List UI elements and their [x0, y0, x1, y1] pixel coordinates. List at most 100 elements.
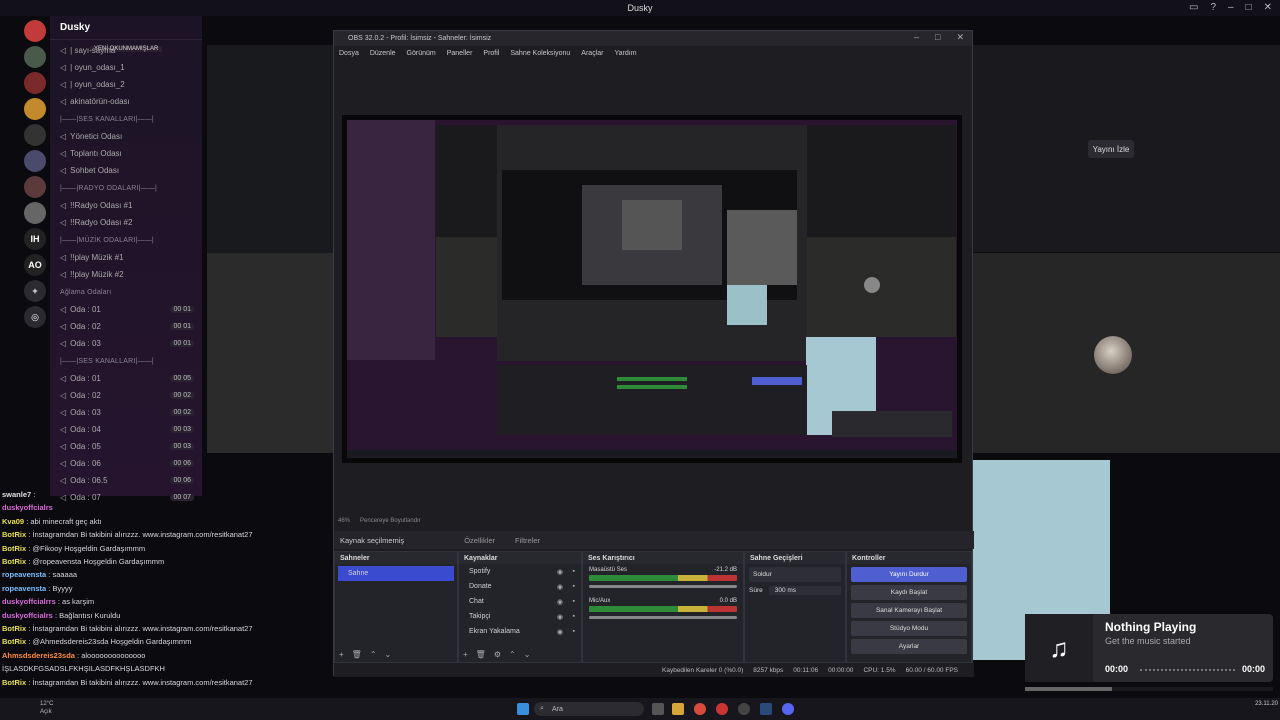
- maximize-icon[interactable]: □: [935, 32, 940, 43]
- channel-item[interactable]: ◁ Oda : 05 00 03: [50, 438, 202, 455]
- steam-icon[interactable]: [760, 703, 772, 715]
- menu-item[interactable]: Paneller: [447, 50, 473, 57]
- minimize-icon[interactable]: –: [1228, 2, 1234, 13]
- taskview-icon[interactable]: [652, 703, 664, 715]
- control-button[interactable]: Sanal Kamerayı Başlat: [851, 603, 967, 618]
- add-server-icon[interactable]: +: [24, 280, 46, 302]
- start-icon[interactable]: [517, 703, 529, 715]
- source-item[interactable]: Donate ◉ ▪: [459, 579, 581, 594]
- chevron-up-icon[interactable]: ⌃: [370, 650, 377, 659]
- lock-icon[interactable]: ▪: [573, 598, 575, 605]
- obs-icon[interactable]: [738, 703, 750, 715]
- filters-button[interactable]: Filtreler: [515, 536, 540, 545]
- channel-item[interactable]: ◁ Yönetici Odası: [50, 128, 202, 145]
- scene-item[interactable]: Sahne: [338, 566, 454, 581]
- chevron-down-icon[interactable]: ⌄: [524, 650, 531, 659]
- obs-preview[interactable]: [342, 115, 962, 463]
- add-icon[interactable]: +: [463, 650, 468, 659]
- channel-category[interactable]: Ağlama Odaları: [50, 283, 202, 301]
- source-item[interactable]: Takipçi ◉ ▪: [459, 609, 581, 624]
- watch-stream-button[interactable]: Yayını İzle: [1088, 140, 1134, 158]
- channel-item[interactable]: ◁ Oda : 04 00 03: [50, 421, 202, 438]
- channel-item[interactable]: ◁ Oda : 06.5 00 06: [50, 472, 202, 489]
- channel-category[interactable]: |——|MÜZİK ODALARI|——|: [50, 231, 202, 249]
- lock-icon[interactable]: ▪: [573, 568, 575, 575]
- eye-icon[interactable]: ◉: [557, 628, 563, 636]
- menu-item[interactable]: Sahne Koleksiyonu: [510, 50, 570, 57]
- lock-icon[interactable]: ▪: [573, 613, 575, 620]
- chevron-down-icon[interactable]: ⌄: [385, 650, 392, 659]
- menu-item[interactable]: Araçlar: [581, 50, 603, 57]
- minimize-icon[interactable]: –: [914, 32, 919, 43]
- menu-item[interactable]: Profil: [483, 50, 499, 57]
- channel-item[interactable]: ◁ | oyun_odası_1: [50, 59, 202, 76]
- zoom-mode[interactable]: Pencereye Boyutlandır: [360, 518, 421, 528]
- volume-slider[interactable]: [589, 585, 737, 588]
- lock-icon[interactable]: ▪: [573, 583, 575, 590]
- zoom-level[interactable]: 46%: [338, 518, 350, 528]
- eye-icon[interactable]: ◉: [557, 613, 563, 621]
- server-icon[interactable]: [24, 150, 46, 172]
- server-icon[interactable]: [24, 98, 46, 120]
- channel-item[interactable]: ◁ Oda : 02 00 01: [50, 318, 202, 335]
- opera-icon[interactable]: [716, 703, 728, 715]
- channel-item[interactable]: ◁ !!play Müzik #2: [50, 266, 202, 283]
- server-icon[interactable]: AO: [24, 254, 46, 276]
- menu-item[interactable]: Görünüm: [407, 50, 436, 57]
- channel-category[interactable]: |——|RADYO ODALARI|——|: [50, 179, 202, 197]
- eye-icon[interactable]: ◉: [557, 583, 563, 591]
- source-item[interactable]: Chat ◉ ▪: [459, 594, 581, 609]
- channel-item[interactable]: ◁ | sayı-sayma: [50, 42, 202, 59]
- server-icon[interactable]: [24, 124, 46, 146]
- channel-item[interactable]: ◁ !!play Müzik #1: [50, 249, 202, 266]
- inbox-icon[interactable]: ▭: [1189, 2, 1198, 13]
- clock[interactable]: 23.11.20: [1255, 700, 1278, 708]
- close-icon[interactable]: ✕: [956, 32, 964, 43]
- server-header[interactable]: Dusky: [50, 16, 202, 40]
- transition-select[interactable]: Soldur: [749, 567, 841, 582]
- control-button[interactable]: Stüdyo Modu: [851, 621, 967, 636]
- channel-item[interactable]: ◁ !!Radyo Odası #1: [50, 197, 202, 214]
- volume-slider[interactable]: [589, 616, 737, 619]
- channel-item[interactable]: ◁ akinatörün-odası: [50, 93, 202, 110]
- control-button[interactable]: Kaydı Başlat: [851, 585, 967, 600]
- discover-icon[interactable]: ◎: [24, 306, 46, 328]
- source-item[interactable]: Spotify ◉ ▪: [459, 564, 581, 579]
- control-button[interactable]: Yayını Durdur: [851, 567, 967, 582]
- control-button[interactable]: Ayarlar: [851, 639, 967, 654]
- channel-item[interactable]: ◁ Toplantı Odası: [50, 145, 202, 162]
- menu-item[interactable]: Yardım: [614, 50, 636, 57]
- server-icon[interactable]: [24, 176, 46, 198]
- trash-icon[interactable]: 🗑: [476, 650, 486, 659]
- gear-icon[interactable]: ⚙: [494, 650, 501, 659]
- menu-item[interactable]: Düzenle: [370, 50, 396, 57]
- channel-item[interactable]: ◁ Sohbet Odası: [50, 162, 202, 179]
- eye-icon[interactable]: ◉: [557, 568, 563, 576]
- browser-icon[interactable]: [694, 703, 706, 715]
- taskbar-search[interactable]: ⌕ Ara: [534, 702, 644, 716]
- help-icon[interactable]: ?: [1210, 2, 1216, 13]
- maximize-icon[interactable]: □: [1246, 2, 1252, 13]
- close-icon[interactable]: ✕: [1264, 2, 1272, 13]
- channel-item[interactable]: ◁ | oyun_odası_2: [50, 76, 202, 93]
- weather-widget[interactable]: 12°C Açık: [40, 700, 53, 716]
- channel-item[interactable]: ◁ Oda : 03 00 01: [50, 335, 202, 352]
- channel-category[interactable]: |——|SES KANALLARI|——|: [50, 352, 202, 370]
- channel-item[interactable]: ◁ Oda : 06 00 06: [50, 455, 202, 472]
- duration-input[interactable]: 300 ms: [768, 586, 841, 595]
- server-icon[interactable]: [24, 72, 46, 94]
- server-icon[interactable]: IH: [24, 228, 46, 250]
- music-scrollbar[interactable]: [1025, 687, 1273, 691]
- channel-category[interactable]: |——|SES KANALLARI|——|: [50, 110, 202, 128]
- source-item[interactable]: Ekran Yakalama ◉ ▪: [459, 624, 581, 639]
- menu-item[interactable]: Dosya: [339, 50, 359, 57]
- channel-item[interactable]: ◁ Oda : 03 00 02: [50, 404, 202, 421]
- server-icon[interactable]: [24, 20, 46, 42]
- discord-icon[interactable]: [782, 703, 794, 715]
- lock-icon[interactable]: ▪: [573, 628, 575, 635]
- add-icon[interactable]: +: [339, 650, 344, 659]
- channel-item[interactable]: ◁ Oda : 02 00 02: [50, 387, 202, 404]
- channel-item[interactable]: ◁ Oda : 01 00 01: [50, 301, 202, 318]
- properties-button[interactable]: Özellikler: [464, 536, 495, 545]
- server-icon[interactable]: [24, 46, 46, 68]
